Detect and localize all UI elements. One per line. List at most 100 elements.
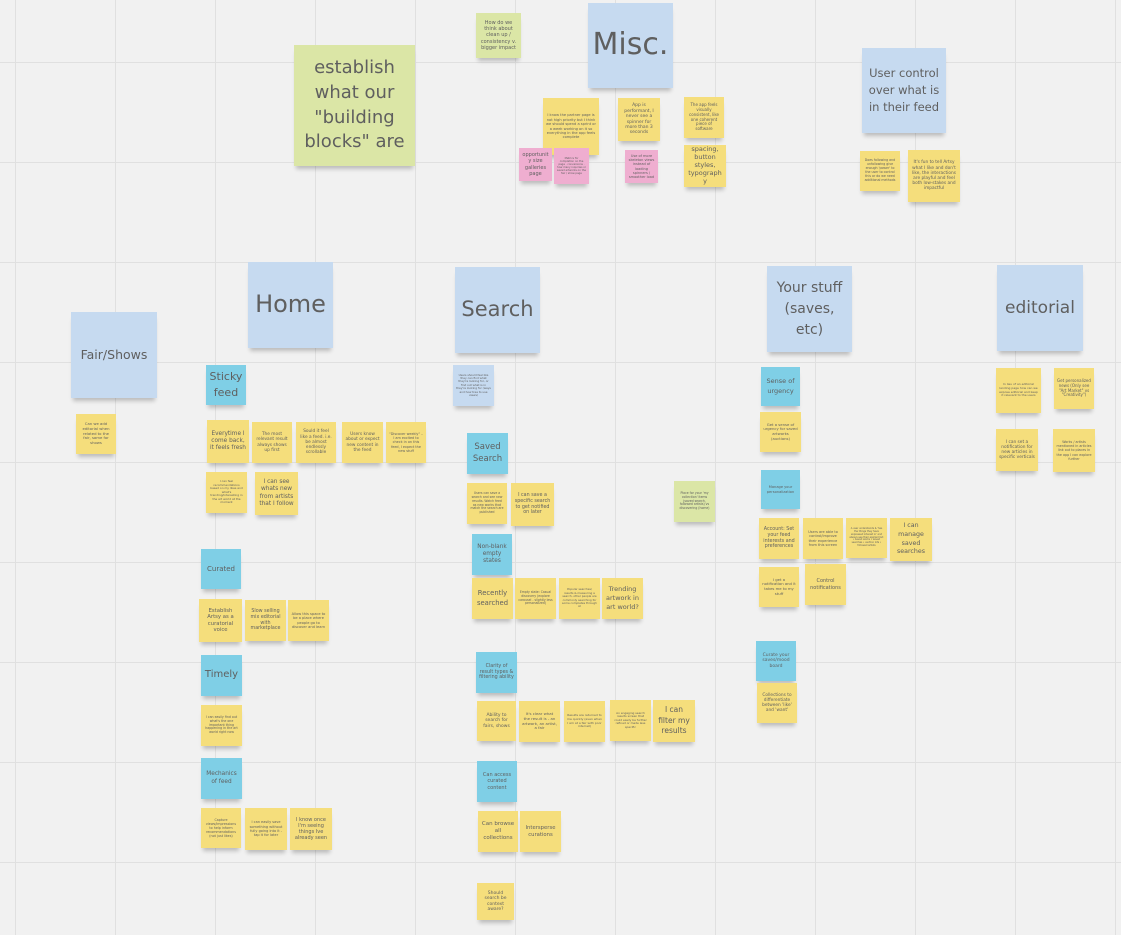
category-note[interactable]: Curated	[201, 549, 241, 589]
sticky-note[interactable]: Allow this space to be a place where peo…	[288, 600, 329, 641]
category-note[interactable]: Saved Search	[467, 433, 508, 474]
sticky-note[interactable]: I can easily find out what's the one imp…	[201, 705, 242, 746]
category-note[interactable]: Non-blank empty states	[472, 534, 512, 575]
sticky-note-text: Can browse all collections	[481, 821, 515, 841]
category-note[interactable]: Can access curated content	[477, 761, 517, 802]
sticky-note[interactable]: Intersperse curations	[520, 811, 561, 852]
sticky-note[interactable]: An engaging search results screen that c…	[610, 700, 651, 741]
sticky-note[interactable]: Users know about or expect new content i…	[342, 422, 383, 463]
category-note[interactable]: Curate your saves/mood board	[756, 641, 796, 681]
sticky-note[interactable]: Popular searches/ results & measuring a …	[559, 578, 600, 619]
sticky-note[interactable]: A user understands & 'has the things the…	[846, 518, 887, 558]
sticky-note-text: I can filter my results	[658, 705, 690, 736]
sticky-note[interactable]: Control notifications	[805, 564, 846, 605]
sticky-note[interactable]: Slow selling mix editorial with marketpl…	[245, 600, 286, 641]
category-note[interactable]: Clarity of result types & filtering abil…	[476, 652, 517, 693]
sticky-note-text: I know the partner page is not high prio…	[546, 113, 596, 140]
sticky-note[interactable]: Users should feel like they can find wha…	[453, 365, 494, 406]
sticky-note-text: Allow this space to be a place where peo…	[291, 611, 326, 629]
sticky-note[interactable]: Get personalized news (Only see "Art Mar…	[1054, 368, 1094, 409]
section-header-note[interactable]: Your stuff (saves, etc)	[767, 266, 852, 352]
sticky-note-text: spacing, button styles, typography	[688, 145, 722, 185]
sticky-note-text: The app feels visually consistent, like …	[689, 101, 719, 132]
category-note[interactable]: Mechanics of feed	[201, 758, 242, 799]
sticky-note-text: Manage your personalization	[766, 485, 795, 494]
sticky-note[interactable]: Results are returned to me quickly (even…	[564, 701, 605, 742]
sticky-note-text: Clarity of result types & filtering abil…	[479, 663, 514, 681]
sticky-note[interactable]: Users are able to control/improve their …	[803, 518, 843, 559]
sticky-note[interactable]: Works / artists mentioned in articles li…	[1053, 429, 1095, 472]
sticky-note[interactable]: I can easily save something without full…	[245, 808, 287, 850]
sticky-note[interactable]: It's fun to tell Artsy what I like and d…	[908, 150, 960, 202]
category-note[interactable]: Timely	[201, 655, 242, 696]
sticky-note-text: Timely	[204, 669, 239, 681]
sticky-note-text: Users are able to control/improve their …	[808, 529, 838, 547]
sticky-note-text: editorial	[1005, 297, 1075, 318]
sticky-note[interactable]: Recently searched	[472, 578, 513, 619]
sticky-note[interactable]: Metrics for completion on the page · con…	[554, 148, 589, 184]
section-header-note[interactable]: User control over what is in their feed	[862, 48, 946, 133]
sticky-note-text: Account: Set your feed interests and pre…	[763, 526, 795, 550]
sticky-note-text: Collections to differentiate between 'li…	[762, 692, 792, 714]
sticky-note[interactable]: Users can save a search and see new resu…	[467, 483, 507, 524]
sticky-note-text: Can access curated content	[482, 772, 512, 791]
section-header-note[interactable]: editorial	[997, 265, 1083, 351]
sticky-note-text: Users know about or expect new content i…	[345, 432, 380, 453]
category-note[interactable]: Sense of urgency	[761, 367, 800, 406]
section-header-note[interactable]: Misc.	[588, 3, 673, 88]
section-header-note[interactable]: Search	[455, 267, 540, 353]
sticky-note[interactable]: Establish Artsy as a curatorial voice	[199, 599, 242, 642]
sticky-note-text: Non-blank empty states	[477, 543, 507, 565]
sticky-note[interactable]: I can feel recommendations based on my l…	[206, 472, 247, 513]
sticky-note[interactable]: Does following and unfollowing give enou…	[860, 151, 900, 191]
sticky-note-text: I get a notification and it takes me to …	[762, 576, 796, 596]
sticky-note[interactable]: Capture views/impressions to help inform…	[201, 808, 241, 848]
sticky-note[interactable]: I can see whats new from artists that I …	[255, 472, 298, 515]
sticky-note[interactable]: The app feels visually consistent, like …	[684, 97, 724, 138]
sticky-note-text: Can we add editorial when related to the…	[82, 421, 110, 445]
sticky-note[interactable]: Can browse all collections	[478, 811, 518, 852]
sticky-note[interactable]: Ability to search for fairs, shows	[477, 701, 516, 741]
sticky-note-text: Slow selling mix editorial with marketpl…	[250, 608, 281, 632]
sticky-note-text: I can easily save something without full…	[249, 820, 283, 838]
sticky-note[interactable]: Get a sense of urgency for saved artwork…	[760, 412, 801, 452]
sticky-note-text: Ability to search for fairs, shows	[483, 712, 510, 729]
sticky-note[interactable]: opportunity size galleries page	[519, 148, 552, 181]
sticky-note[interactable]: spacing, button styles, typography	[684, 145, 726, 187]
sticky-note-text: Trending artwork in art world?	[606, 584, 639, 612]
category-note[interactable]: Sticky feed	[206, 365, 246, 405]
sticky-note[interactable]: I can filter my results	[653, 700, 695, 742]
sticky-note[interactable]: How do we think about clean up / consist…	[476, 13, 521, 58]
sticky-note-text: Empty state: Casual discovery (explore c…	[518, 589, 553, 606]
sticky-note[interactable]: I can save a specific search to get noti…	[511, 483, 554, 526]
sticky-note[interactable]: Can we add editorial when related to the…	[76, 414, 116, 454]
sticky-note[interactable]: "Discover weekly" – I am excited to chec…	[386, 422, 426, 463]
sticky-note[interactable]: I can set a notification for new article…	[996, 429, 1038, 471]
sticky-note-text: Establish Artsy as a curatorial voice	[207, 607, 234, 633]
sticky-note[interactable]: Sould it feel like a feed. i.e. be almos…	[296, 422, 336, 463]
sticky-note[interactable]: In lieu of an editorial landing page how…	[996, 368, 1041, 413]
sticky-note[interactable]: App is performant, I never see a spinner…	[618, 98, 660, 141]
sticky-note[interactable]: Should search be context aware?	[477, 883, 514, 920]
sticky-note[interactable]: Account: Set your feed interests and pre…	[759, 518, 799, 559]
sticky-note[interactable]: I know once I'm seeing things Ive alread…	[290, 808, 332, 850]
sticky-note[interactable]: Empty state: Casual discovery (explore c…	[515, 578, 556, 619]
sticky-note[interactable]: I know the partner page is not high prio…	[543, 98, 599, 155]
sticky-note[interactable]: Collections to differentiate between 'li…	[757, 683, 797, 723]
sticky-note[interactable]: Use of more skeleton views instead of lo…	[625, 150, 658, 183]
section-header-note[interactable]: Fair/Shows	[71, 312, 157, 398]
sticky-note[interactable]: Place for your 'my collection' items (sa…	[674, 481, 715, 522]
whiteboard-canvas[interactable]: How do we think about clean up / consist…	[0, 0, 1121, 935]
section-header-note[interactable]: Home	[248, 262, 333, 348]
sticky-note[interactable]: I get a notification and it takes me to …	[759, 567, 799, 607]
sticky-note[interactable]: The most relevant result always shows up…	[252, 422, 292, 463]
sticky-note[interactable]: I can manage saved searches	[890, 518, 932, 561]
sticky-note-text: Sould it feel like a feed. i.e. be almos…	[300, 429, 332, 456]
sticky-note[interactable]: Everytime I come back, it feels fresh	[207, 420, 249, 463]
sticky-note-text: Home	[255, 290, 326, 319]
category-note[interactable]: Manage your personalization	[761, 470, 800, 509]
sticky-note[interactable]: establish what our "building blocks" are	[294, 45, 415, 166]
sticky-note[interactable]: It's clear what the result is - an artwo…	[519, 701, 560, 742]
sticky-note-text: Users should feel like they can find wha…	[456, 372, 491, 398]
sticky-note[interactable]: Trending artwork in art world?	[602, 578, 643, 619]
